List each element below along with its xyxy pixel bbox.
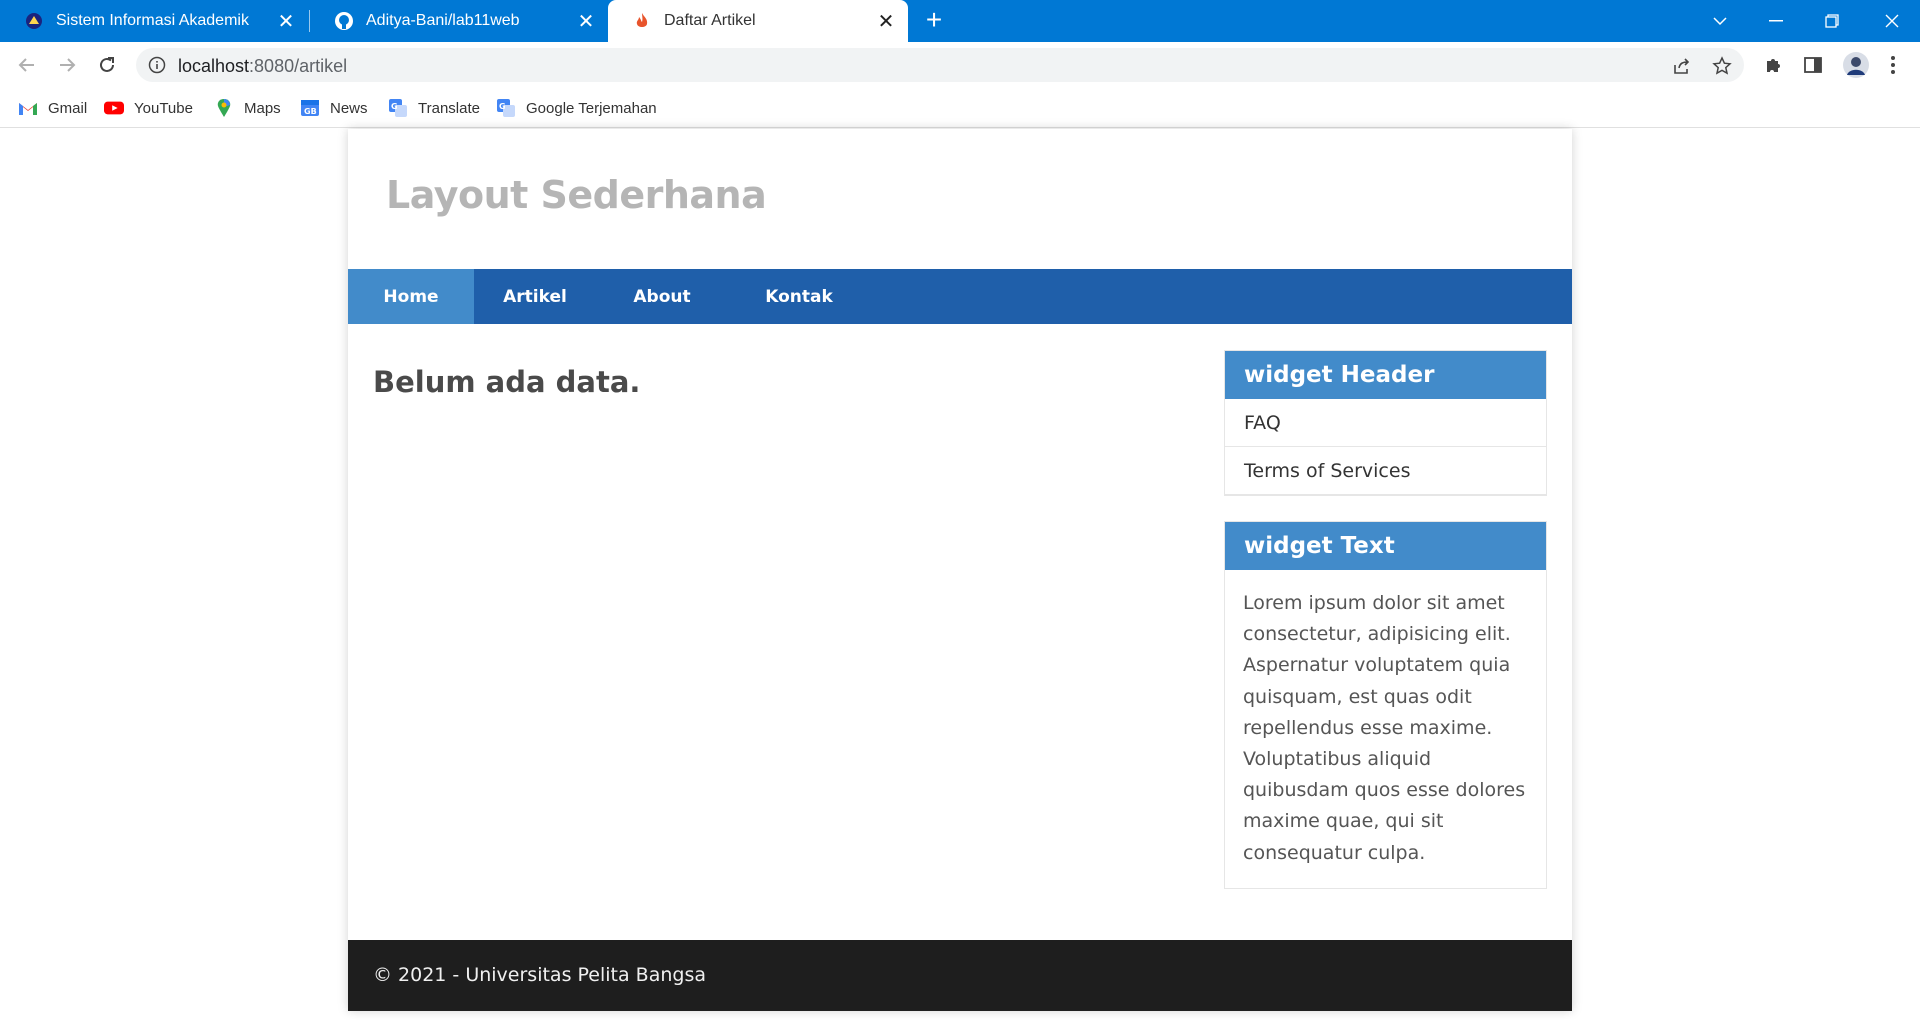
close-window-button[interactable] [1864, 0, 1920, 42]
widget-text-body: Lorem ipsum dolor sit amet consectetur, … [1243, 592, 1526, 864]
bookmark-youtube[interactable]: YouTube [104, 97, 193, 119]
restore-button[interactable] [1804, 0, 1860, 42]
browser-toolbar: localhost:8080/artikel [0, 42, 1920, 88]
tab-title: Daftar Artikel [664, 12, 756, 29]
tab-aditya-bani-lab11web[interactable]: Aditya-Bani/lab11web ✕ [310, 0, 608, 42]
nav-home[interactable]: Home [348, 269, 474, 324]
url-path: :8080/artikel [249, 56, 348, 76]
nav-artikel[interactable]: Artikel [474, 269, 596, 324]
url-text: localhost:8080/artikel [178, 56, 347, 77]
svg-text:GB: GB [304, 107, 317, 116]
close-tab-icon[interactable]: ✕ [874, 9, 898, 33]
bookmark-translate[interactable]: G Translate [388, 97, 480, 119]
bookmark-star-icon[interactable] [1712, 56, 1732, 76]
bookmark-label: YouTube [134, 99, 193, 117]
flame-icon [632, 11, 652, 31]
youtube-icon [104, 98, 124, 118]
widget-text-title: widget Text [1225, 522, 1546, 570]
translate-icon: G [388, 98, 408, 118]
university-icon [24, 11, 44, 31]
bookmark-google-terjemahan[interactable]: G Google Terjemahan [496, 97, 657, 119]
widget-link-faq[interactable]: FAQ [1225, 399, 1546, 447]
svg-text:G: G [499, 102, 506, 111]
tab-sistem-informasi-akademik[interactable]: Sistem Informasi Akademik ✕ [0, 0, 308, 42]
translate-icon: G [496, 98, 516, 118]
address-bar[interactable]: localhost:8080/artikel [136, 48, 1744, 82]
bookmark-gmail[interactable]: Gmail [18, 97, 87, 119]
page-viewport: Layout Sederhana Home Artikel About Kont… [0, 129, 1920, 1020]
github-icon [334, 11, 354, 31]
tab-title: Sistem Informasi Akademik [56, 12, 249, 29]
bookmark-label: Google Terjemahan [526, 99, 657, 117]
tab-search-chevron-icon[interactable] [1692, 0, 1748, 42]
url-host: localhost [178, 56, 250, 76]
bookmark-label: Gmail [48, 99, 88, 117]
share-icon[interactable] [1672, 56, 1692, 76]
bookmark-news[interactable]: GB News [300, 97, 368, 119]
svg-text:G: G [391, 102, 398, 111]
side-panel-icon[interactable] [1802, 54, 1824, 76]
browser-tab-strip: Sistem Informasi Akademik ✕ Aditya-Bani/… [0, 0, 1920, 42]
widget-link-terms[interactable]: Terms of Services [1225, 447, 1546, 495]
news-icon: GB [300, 98, 320, 118]
close-tab-icon[interactable]: ✕ [574, 9, 598, 33]
new-tab-button[interactable]: + [920, 6, 948, 35]
forward-button[interactable] [52, 50, 82, 80]
close-tab-icon[interactable]: ✕ [274, 9, 298, 33]
bookmarks-bar: Gmail YouTube Maps GB News G Translate G… [0, 88, 1920, 128]
widget-text: widget Text Lorem ipsum dolor sit amet c… [1224, 521, 1547, 889]
tab-title: Aditya-Bani/lab11web [366, 12, 520, 29]
site-footer: © 2021 - Universitas Pelita Bangsa [348, 940, 1572, 1011]
page-container: Layout Sederhana Home Artikel About Kont… [348, 129, 1572, 1011]
nav-kontak[interactable]: Kontak [728, 269, 870, 324]
maps-icon [214, 98, 234, 118]
main-nav: Home Artikel About Kontak [348, 269, 1572, 324]
extensions-icon[interactable] [1762, 54, 1784, 76]
menu-kebab-icon[interactable] [1882, 54, 1904, 76]
widget-header-title: widget Header [1225, 351, 1546, 399]
tab-daftar-artikel[interactable]: Daftar Artikel ✕ [608, 0, 908, 42]
site-info-icon[interactable] [148, 56, 166, 74]
gmail-icon [18, 98, 38, 118]
empty-data-message: Belum ada data. [373, 365, 641, 399]
back-button[interactable] [12, 50, 42, 80]
site-header: Layout Sederhana [348, 129, 1572, 269]
nav-about[interactable]: About [596, 269, 728, 324]
bookmark-label: News [330, 99, 368, 117]
bookmark-label: Translate [418, 99, 480, 117]
bookmark-label: Maps [244, 99, 281, 117]
profile-avatar[interactable] [1842, 51, 1870, 79]
reload-button[interactable] [92, 50, 122, 80]
site-title: Layout Sederhana [386, 173, 767, 217]
minimize-button[interactable] [1748, 0, 1804, 42]
widget-header: widget Header FAQ Terms of Services [1224, 350, 1547, 496]
bookmark-maps[interactable]: Maps [214, 97, 281, 119]
